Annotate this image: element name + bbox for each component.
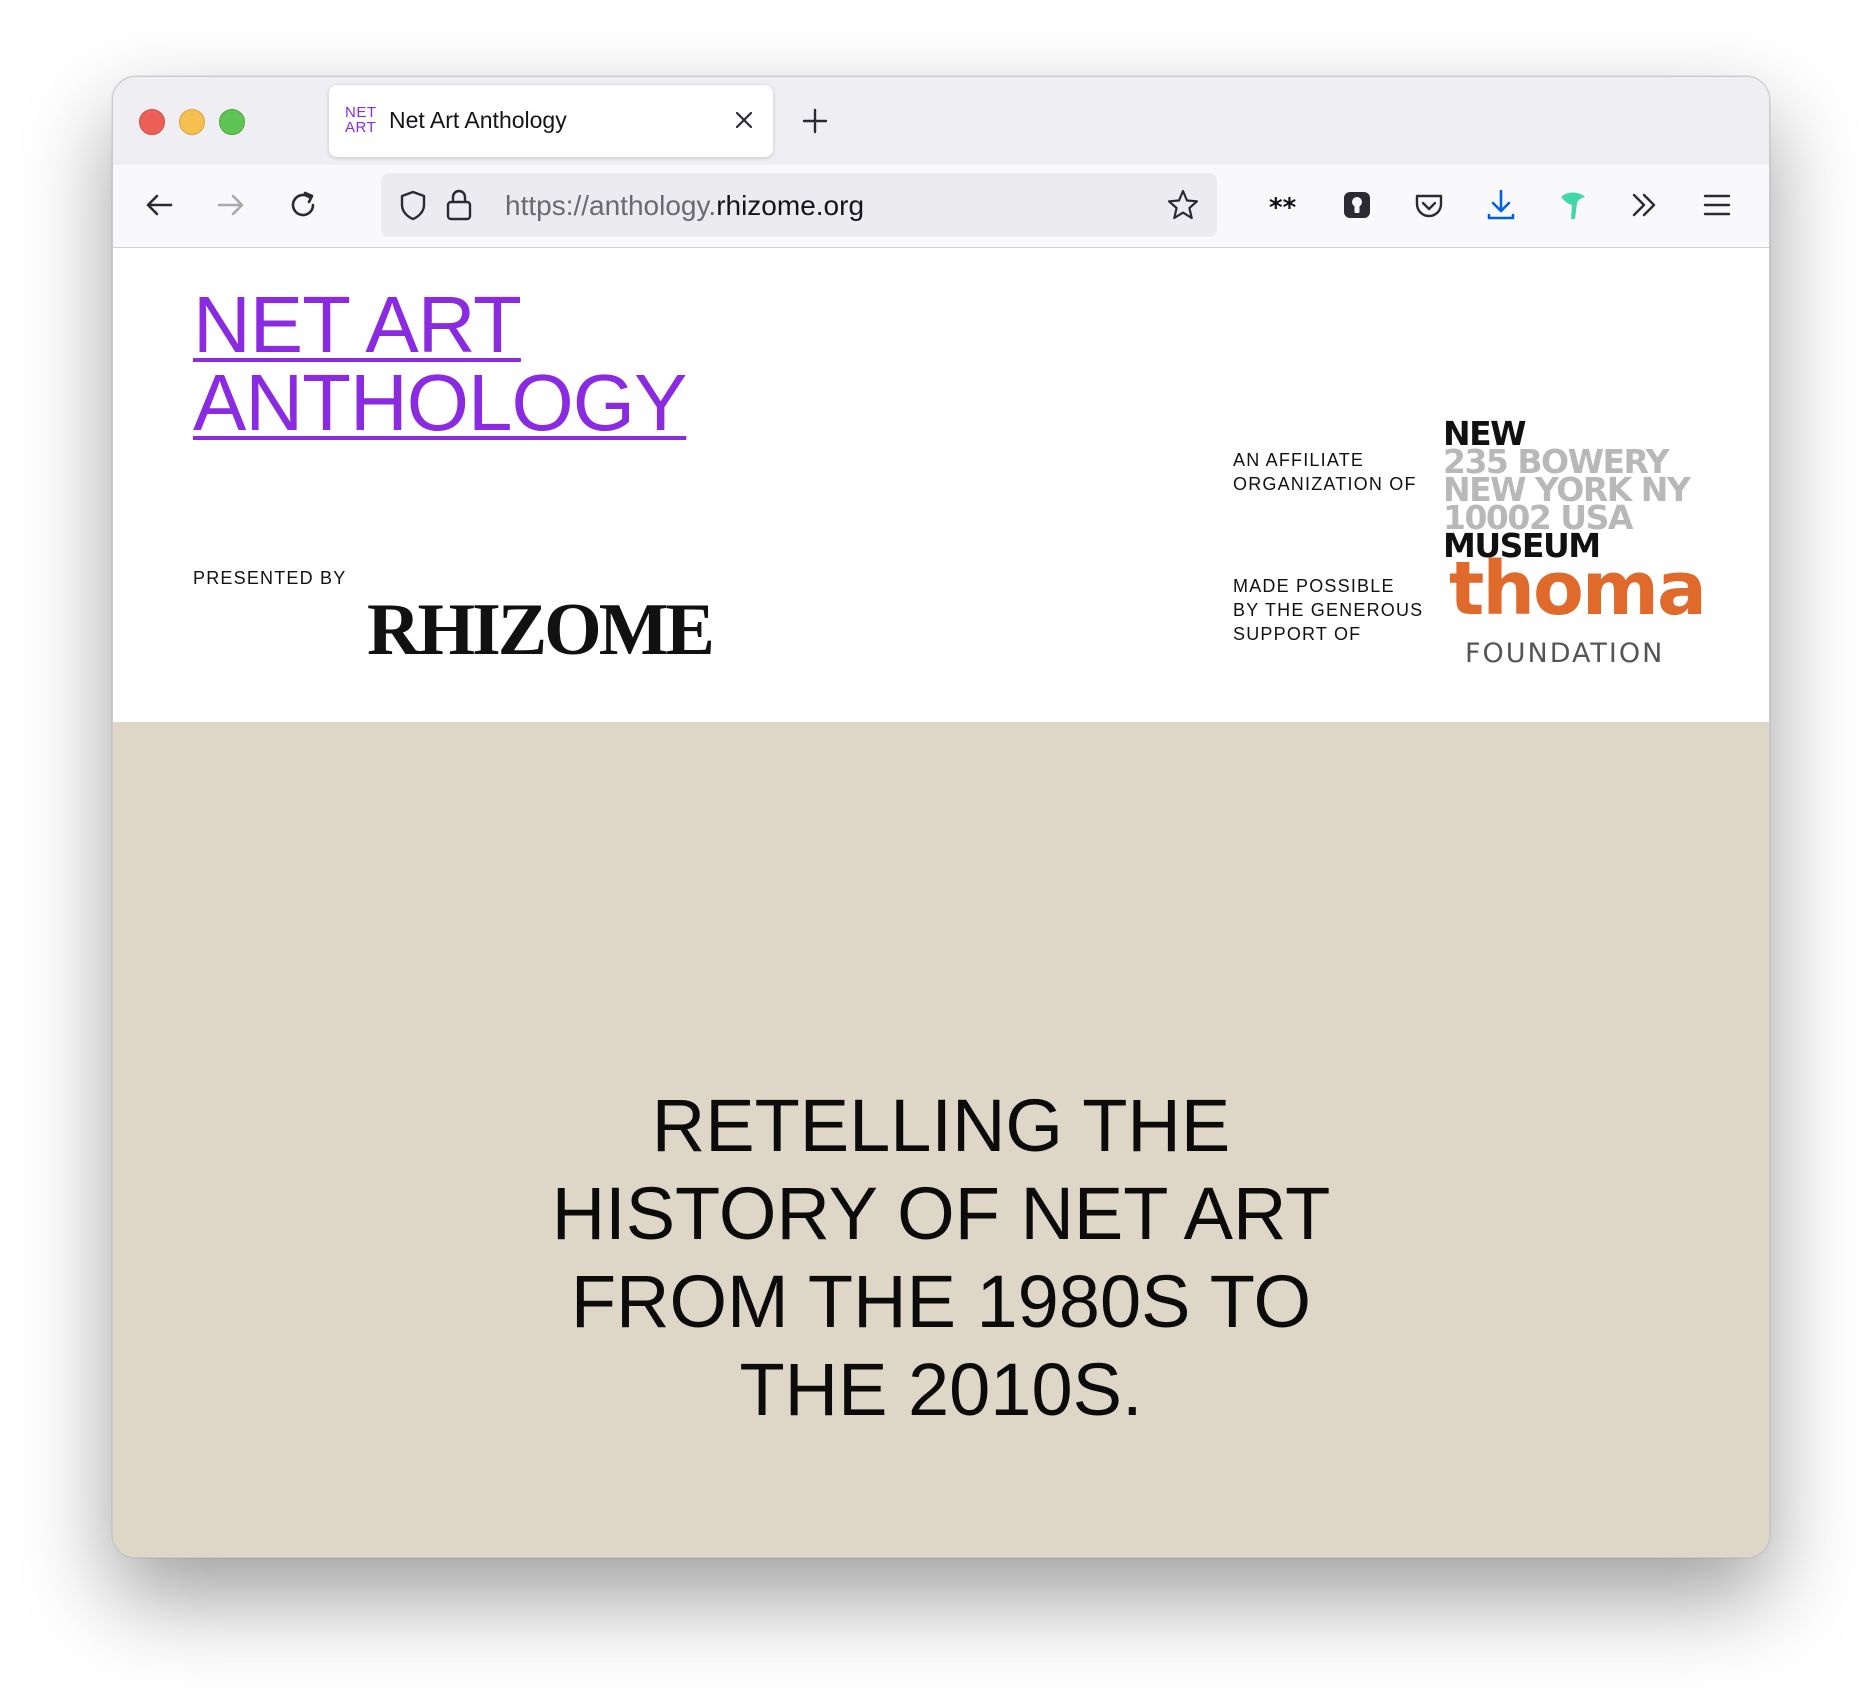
thoma-logo-word[interactable]: thoma — [1449, 552, 1707, 626]
lock-icon[interactable] — [443, 187, 475, 223]
presented-by-label: PRESENTED BY — [193, 568, 347, 588]
forward-icon[interactable] — [213, 187, 249, 223]
pocket-icon[interactable] — [1411, 187, 1447, 223]
downloads-icon[interactable] — [1483, 187, 1519, 223]
star-icon[interactable] — [1165, 187, 1201, 223]
shield-icon[interactable] — [395, 187, 431, 223]
affiliate-line-1: AN AFFILIATE — [1233, 450, 1365, 470]
site-title-line-1: NET ART — [193, 280, 522, 369]
tagline-line-2: HISTORY OF NET ART — [551, 1172, 1331, 1255]
site-title-line-2: ANTHOLOGY — [193, 358, 687, 447]
tab-title: Net Art Anthology — [389, 107, 567, 133]
tab-favicon: NET ART — [345, 105, 379, 135]
support-line-1: MADE POSSIBLE — [1233, 576, 1395, 596]
reload-icon[interactable] — [285, 187, 321, 223]
new-museum-logo[interactable]: NEW 235 BOWERY NEW YORK NY 10002 USA MUS… — [1443, 417, 1691, 562]
extension-asterisks-icon[interactable]: ** — [1267, 187, 1303, 223]
favicon-line-2: ART — [345, 119, 377, 136]
tagline-line-1: RETELLING THE — [651, 1084, 1231, 1167]
new-tab-icon[interactable] — [799, 105, 831, 137]
url-prefix: https://anthology. — [505, 190, 717, 221]
navigation-bar: https://anthology.rhizome.org ** — [113, 165, 1769, 248]
url-text[interactable]: https://anthology.rhizome.org — [505, 190, 864, 222]
tab-net-art-anthology[interactable]: NET ART Net Art Anthology — [329, 85, 773, 157]
affiliate-line-2: ORGANIZATION OF — [1233, 474, 1417, 494]
site-header: NET ART ANTHOLOGY PRESENTED BY RHIZOME A… — [113, 248, 1769, 722]
back-icon[interactable] — [141, 187, 177, 223]
rhizome-logo[interactable]: RHIZOME — [367, 588, 715, 673]
svg-text:**: ** — [1269, 193, 1297, 223]
window-minimize-button[interactable] — [179, 109, 205, 135]
affiliate-label: AN AFFILIATE ORGANIZATION OF — [1233, 448, 1417, 496]
password-manager-icon[interactable] — [1339, 187, 1375, 223]
hero-tagline: RETELLING THE HISTORY OF NET ART FROM TH… — [113, 1082, 1769, 1434]
support-line-2: BY THE GENEROUS — [1233, 600, 1424, 620]
hero-section: RETELLING THE HISTORY OF NET ART FROM TH… — [113, 722, 1769, 1557]
tab-close-icon[interactable] — [731, 107, 757, 133]
favicon-line-1: NET — [345, 104, 377, 121]
url-host: rhizome.org — [716, 190, 865, 221]
window-maximize-button[interactable] — [219, 109, 245, 135]
menu-icon[interactable] — [1699, 187, 1735, 223]
thoma-logo-foundation[interactable]: FOUNDATION — [1465, 638, 1664, 669]
tagline-line-3: FROM THE 1980S TO — [570, 1260, 1312, 1343]
page-content: NET ART ANTHOLOGY PRESENTED BY RHIZOME A… — [113, 248, 1769, 1557]
tab-strip: NET ART Net Art Anthology — [113, 77, 1769, 165]
tagline-line-4: THE 2010S. — [739, 1348, 1143, 1431]
url-bar[interactable]: https://anthology.rhizome.org — [381, 173, 1217, 237]
window-close-button[interactable] — [139, 109, 165, 135]
extension-bird-icon[interactable] — [1555, 187, 1591, 223]
support-line-3: SUPPORT OF — [1233, 624, 1362, 644]
site-title-link[interactable]: NET ART ANTHOLOGY — [193, 280, 687, 447]
overflow-chevrons-icon[interactable] — [1627, 187, 1663, 223]
support-label: MADE POSSIBLE BY THE GENEROUS SUPPORT OF — [1233, 574, 1423, 646]
browser-window: NET ART Net Art Anthology https://anthol… — [112, 76, 1770, 1558]
